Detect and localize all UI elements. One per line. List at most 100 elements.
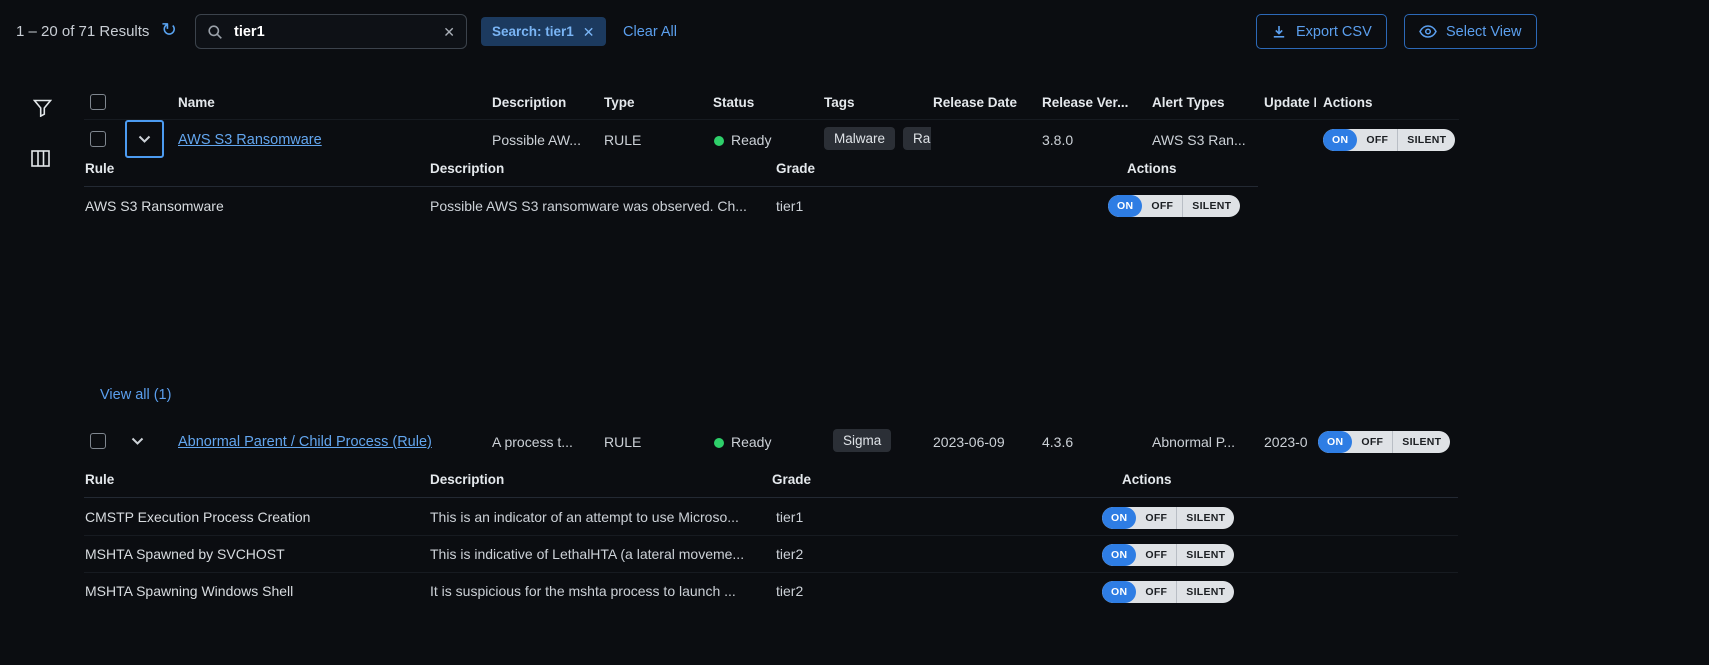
sub-rule-grade: tier1 <box>776 509 803 525</box>
rule-type: RULE <box>604 434 641 450</box>
subcolumn-header-grade: Grade <box>772 472 811 487</box>
release-version: 4.3.6 <box>1042 434 1073 450</box>
header-separator <box>84 119 1459 120</box>
column-header-actions: Actions <box>1323 95 1373 110</box>
eye-icon <box>1419 25 1437 38</box>
sub-rule-description: This is indicative of LethalHTA (a later… <box>430 546 744 562</box>
select-all-checkbox[interactable] <box>90 94 106 110</box>
tag-badge: Malware <box>824 127 895 150</box>
column-header-update-date[interactable]: Update D <box>1264 95 1316 110</box>
subheader-separator <box>84 497 1458 498</box>
sub-rule-description: This is an indicator of an attempt to us… <box>430 509 739 525</box>
status-label: Ready <box>731 132 771 148</box>
subcolumn-header-description: Description <box>430 472 504 487</box>
tag-badge: Sigma <box>833 429 891 452</box>
toggle-silent[interactable]: SILENT <box>1176 544 1234 566</box>
columns-icon[interactable] <box>31 150 50 167</box>
export-csv-button[interactable]: Export CSV <box>1256 14 1387 49</box>
subcolumn-header-description: Description <box>430 161 504 176</box>
column-header-release-version[interactable]: Release Ver... <box>1042 95 1128 110</box>
sub-rule-name: MSHTA Spawning Windows Shell <box>85 583 293 599</box>
toggle-off[interactable]: OFF <box>1136 581 1176 603</box>
tags-cell: Sigma <box>833 429 933 452</box>
alert-mode-toggle[interactable]: ON OFF SILENT <box>1323 129 1455 151</box>
sub-rule-name: AWS S3 Ransomware <box>85 198 224 214</box>
remove-filter-icon[interactable]: ✕ <box>583 25 595 39</box>
clear-search-icon[interactable]: ✕ <box>443 25 455 39</box>
select-view-button[interactable]: Select View <box>1404 14 1537 49</box>
column-header-type[interactable]: Type <box>604 95 635 110</box>
toggle-on[interactable]: ON <box>1108 195 1142 217</box>
status-dot <box>714 438 724 448</box>
filter-chip-label: Search: tier1 <box>492 24 574 39</box>
sub-rule-grade: tier2 <box>776 583 803 599</box>
toggle-on[interactable]: ON <box>1102 581 1136 603</box>
filter-chip-search-tier1[interactable]: Search: tier1 ✕ <box>481 17 606 46</box>
column-header-description[interactable]: Description <box>492 95 566 110</box>
toggle-on[interactable]: ON <box>1323 129 1357 151</box>
toggle-on[interactable]: ON <box>1318 431 1352 453</box>
toggle-silent[interactable]: SILENT <box>1182 195 1240 217</box>
toggle-off[interactable]: OFF <box>1136 544 1176 566</box>
alert-mode-toggle[interactable]: ON OFF SILENT <box>1102 581 1234 603</box>
row-checkbox[interactable] <box>90 433 106 449</box>
results-count: 1 – 20 of 71 Results <box>16 23 149 40</box>
column-header-tags[interactable]: Tags <box>824 95 855 110</box>
toggle-off[interactable]: OFF <box>1352 431 1392 453</box>
toggle-silent[interactable]: SILENT <box>1392 431 1450 453</box>
rule-name-link[interactable]: AWS S3 Ransomware <box>178 132 322 148</box>
alert-mode-toggle[interactable]: ON OFF SILENT <box>1102 544 1234 566</box>
filter-funnel-icon[interactable] <box>33 99 52 117</box>
rule-type: RULE <box>604 132 641 148</box>
collapse-row-chevron[interactable] <box>125 120 164 158</box>
download-icon <box>1271 24 1287 40</box>
sub-rule-description: It is suspicious for the mshta process t… <box>430 583 736 599</box>
rules-list-screen: 1 – 20 of 71 Results ↻ ✕ Search: tier1 ✕… <box>0 0 1709 665</box>
alert-types: AWS S3 Ran... <box>1152 132 1246 148</box>
clear-all-link[interactable]: Clear All <box>623 24 677 40</box>
rule-description: Possible AW... <box>492 132 581 148</box>
tags-cell: Malware Ransomware <box>824 127 931 150</box>
subcolumn-header-grade: Grade <box>776 161 815 176</box>
row-separator <box>84 572 1458 573</box>
collapse-row-chevron[interactable] <box>131 437 144 446</box>
column-header-status[interactable]: Status <box>713 95 754 110</box>
search-icon <box>207 24 223 40</box>
rule-name-link[interactable]: Abnormal Parent / Child Process (Rule) <box>178 434 432 450</box>
column-header-alert-types[interactable]: Alert Types <box>1152 95 1225 110</box>
toggle-on[interactable]: ON <box>1102 544 1136 566</box>
search-input[interactable] <box>232 23 434 41</box>
subcolumn-header-rule: Rule <box>85 161 114 176</box>
update-date: 2023-0 <box>1264 434 1314 450</box>
release-version: 3.8.0 <box>1042 132 1073 148</box>
toggle-on[interactable]: ON <box>1102 507 1136 529</box>
toggle-silent[interactable]: SILENT <box>1397 129 1455 151</box>
status-dot <box>714 136 724 146</box>
toggle-off[interactable]: OFF <box>1142 195 1182 217</box>
toggle-silent[interactable]: SILENT <box>1176 581 1234 603</box>
sub-rule-name: CMSTP Execution Process Creation <box>85 509 310 525</box>
rule-description: A process t... <box>492 434 573 450</box>
search-box[interactable]: ✕ <box>195 14 467 49</box>
toggle-silent[interactable]: SILENT <box>1176 507 1234 529</box>
tag-badge: Ransomware <box>903 127 931 150</box>
subheader-separator <box>84 186 1258 187</box>
release-date: 2023-06-09 <box>933 434 1005 450</box>
alert-types: Abnormal P... <box>1152 434 1235 450</box>
alert-mode-toggle[interactable]: ON OFF SILENT <box>1102 507 1234 529</box>
alert-mode-toggle[interactable]: ON OFF SILENT <box>1318 431 1450 453</box>
column-header-name[interactable]: Name <box>178 95 215 110</box>
select-view-label: Select View <box>1446 24 1522 40</box>
view-all-link[interactable]: View all (1) <box>100 387 171 403</box>
sub-rule-name: MSHTA Spawned by SVCHOST <box>85 546 285 562</box>
status-label: Ready <box>731 434 771 450</box>
refresh-icon[interactable]: ↻ <box>161 21 177 40</box>
toggle-off[interactable]: OFF <box>1357 129 1397 151</box>
sub-rule-description: Possible AWS S3 ransomware was observed.… <box>430 198 747 214</box>
alert-mode-toggle[interactable]: ON OFF SILENT <box>1108 195 1240 217</box>
sub-rule-grade: tier1 <box>776 198 803 214</box>
row-separator <box>84 535 1458 536</box>
toggle-off[interactable]: OFF <box>1136 507 1176 529</box>
row-checkbox[interactable] <box>90 131 106 147</box>
column-header-release-date[interactable]: Release Date <box>933 95 1017 110</box>
